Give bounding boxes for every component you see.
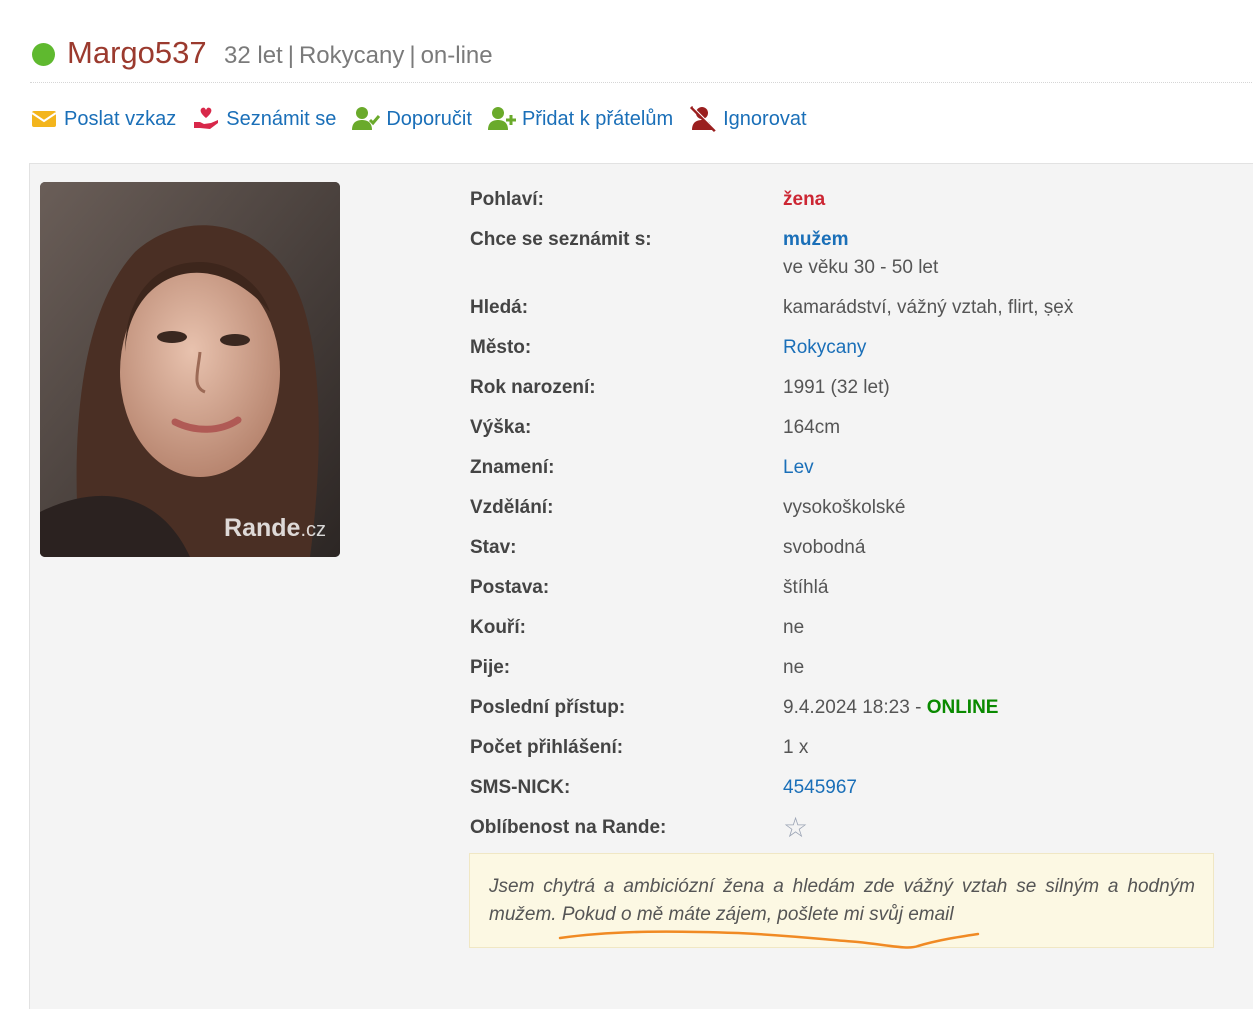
send-message-button[interactable]: Poslat vzkaz [30, 105, 176, 133]
attr-label: Chce se seznámit s: [470, 229, 652, 250]
heart-hand-icon [192, 105, 220, 133]
attr-label: Znamení: [470, 457, 555, 478]
attr-row-education: Vzdělání: vysokoškolské [470, 497, 1230, 537]
separator: | [287, 42, 294, 69]
attr-row-height: Výška: 164cm [470, 417, 1230, 457]
attr-label: Kouří: [470, 617, 526, 638]
attr-row-drinks: Pije: ne [470, 657, 1230, 697]
attr-row-city: Město: Rokycany [470, 337, 1230, 377]
attr-row-last-access: Poslední přístup: 9.4.2024 18:23 - ONLIN… [470, 697, 1230, 737]
meet-button[interactable]: Seznámit se [192, 105, 336, 133]
attr-label: Počet přihlášení: [470, 737, 624, 758]
attr-row-figure: Postava: štíhlá [470, 577, 1230, 617]
attr-row-gender: Pohlaví: žena [470, 189, 1230, 229]
profile-actions: Poslat vzkaz Seznámit se Doporučit Přida… [30, 103, 823, 135]
attr-value-logins: 1 x [783, 737, 809, 758]
send-message-label: Poslat vzkaz [64, 107, 177, 130]
attr-value-zodiac-link[interactable]: Lev [783, 457, 814, 479]
last-access-dash: - [909, 697, 927, 718]
envelope-icon [30, 105, 58, 133]
profile-city: Rokycany [298, 42, 405, 69]
watermark-brand: Rande [224, 514, 301, 542]
about-me-text: Jsem chytrá a ambiciózní žena a hledám z… [489, 876, 1195, 925]
user-block-icon [689, 105, 717, 133]
recommend-button[interactable]: Doporučit [352, 105, 472, 133]
recommend-label: Doporučit [386, 107, 472, 130]
ignore-label: Ignorovat [723, 107, 807, 130]
attr-row-marital: Stav: svobodná [470, 537, 1230, 577]
popularity-star-icon[interactable]: ☆ [783, 811, 808, 844]
attr-row-logins: Počet přihlášení: 1 x [470, 737, 1230, 777]
attr-label: Stav: [470, 537, 517, 558]
attr-value-gender: žena [783, 189, 826, 210]
profile-subtitle: 32 let | Rokycany | on-line [224, 42, 493, 70]
attr-row-seeks: Hledá: kamarádství, vážný vztah, flirt, … [470, 297, 1230, 337]
online-badge: ONLINE [926, 697, 999, 718]
attr-label: Město: [470, 337, 532, 358]
wants-age-range: ve věku 30 - 50 let [783, 257, 939, 278]
attr-value-height: 164cm [783, 417, 841, 438]
attr-label: Pije: [470, 657, 511, 678]
attr-value-education: vysokoškolské [783, 497, 906, 518]
attr-value-wants: mužem ve věku 30 - 50 let [783, 229, 938, 279]
user-plus-icon [487, 105, 516, 133]
profile-status: on-line [420, 42, 493, 69]
attr-label: Postava: [470, 577, 550, 598]
attr-value-city-link[interactable]: Rokycany [783, 337, 866, 359]
attr-label: SMS-NICK: [470, 777, 571, 798]
attr-value-last-access: 9.4.2024 18:23 - ONLINE [783, 697, 998, 719]
attr-label: Oblíbenost na Rande: [470, 817, 667, 838]
attr-row-wants: Chce se seznámit s: mužem ve věku 30 - 50… [470, 229, 1230, 297]
attr-row-zodiac: Znamení: Lev [470, 457, 1230, 497]
attr-label: Poslední přístup: [470, 697, 626, 718]
add-friend-button[interactable]: Přidat k přátelům [487, 105, 674, 133]
attr-label: Vzdělání: [470, 497, 554, 518]
profile-age: 32 let [224, 42, 283, 69]
attr-value-drinks: ne [783, 657, 805, 678]
attr-value-smokes: ne [783, 617, 805, 638]
profile-header: Margo537 32 let | Rokycany | on-line [30, 34, 1252, 83]
meet-label: Seznámit se [226, 107, 337, 130]
profile-attributes: Pohlaví: žena Chce se seznámit s: mužem v… [470, 189, 1230, 857]
attr-value-figure: štíhlá [783, 577, 829, 598]
attr-value-birth-year: 1991 (32 let) [783, 377, 890, 398]
attr-row-smokes: Kouří: ne [470, 617, 1230, 657]
attr-label: Hledá: [470, 297, 529, 318]
attr-row-sms-nick: SMS-NICK: 4545967 [470, 777, 1230, 817]
attr-label: Pohlaví: [470, 189, 544, 210]
attr-value-sms-nick-link[interactable]: 4545967 [783, 777, 857, 799]
user-check-icon [352, 105, 381, 133]
ignore-button[interactable]: Ignorovat [689, 105, 807, 133]
last-access-date: 9.4.2024 18:23 [783, 697, 910, 718]
attr-row-popularity: Oblíbenost na Rande: ☆ [470, 812, 1230, 857]
attr-label: Výška: [470, 417, 532, 438]
attr-label: Rok narození: [470, 377, 596, 398]
watermark-tld: .cz [300, 519, 326, 541]
annotation-underline [558, 930, 980, 949]
profile-panel: Rande.cz Pohlaví: žena Chce se seznámit … [29, 163, 1253, 1009]
attr-value-seeks: kamarádství, vážný vztah, flirt, ṣẹẋ [783, 297, 1074, 318]
wants-gender: mužem [783, 229, 849, 250]
profile-photo-image [40, 182, 340, 557]
profile-username: Margo537 [67, 35, 207, 70]
attr-value-marital: svobodná [783, 537, 866, 558]
rande-watermark: Rande.cz [224, 514, 326, 543]
separator: | [409, 42, 416, 69]
add-friend-label: Přidat k přátelům [521, 107, 674, 130]
attr-row-birth-year: Rok narození: 1991 (32 let) [470, 377, 1230, 417]
profile-photo[interactable]: Rande.cz [40, 182, 340, 557]
online-status-dot [32, 43, 55, 66]
